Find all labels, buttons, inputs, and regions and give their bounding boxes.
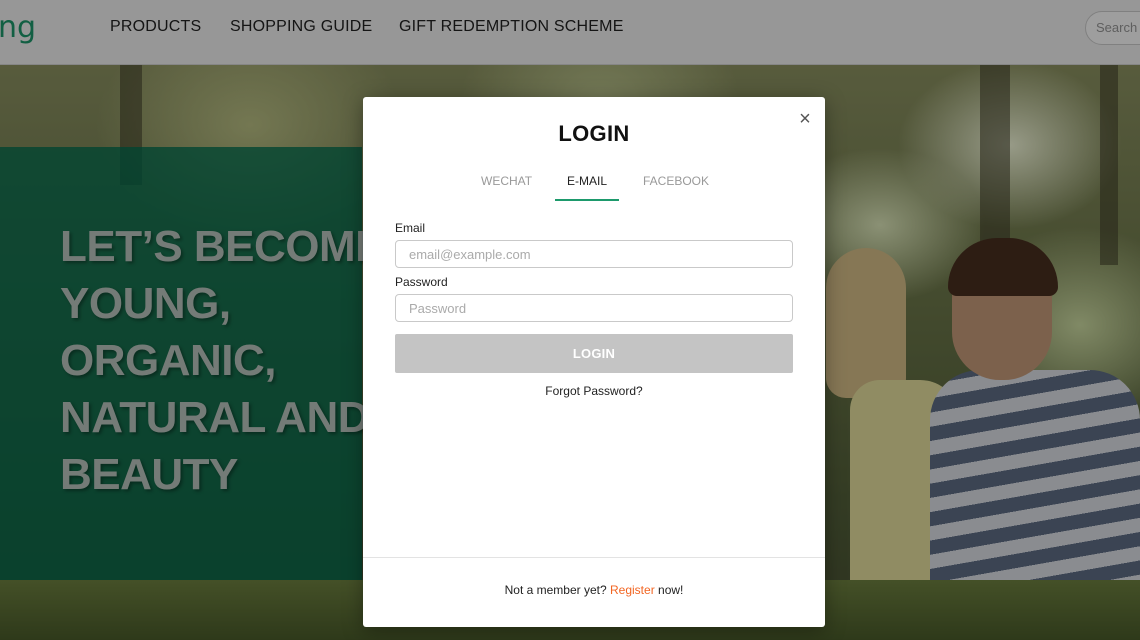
modal-footer-divider: [363, 557, 825, 558]
tab-email[interactable]: E-MAIL: [555, 174, 619, 201]
password-label: Password: [395, 275, 448, 289]
tab-facebook[interactable]: FACEBOOK: [643, 174, 709, 201]
forgot-password-link[interactable]: Forgot Password?: [363, 384, 825, 398]
register-prompt: Not a member yet? Register now!: [363, 583, 825, 597]
register-link[interactable]: Register: [610, 583, 655, 597]
login-button[interactable]: LOGIN: [395, 334, 793, 373]
password-field[interactable]: [395, 294, 793, 322]
login-modal: × LOGIN WECHAT E-MAIL FACEBOOK Email Pas…: [363, 97, 825, 627]
email-field[interactable]: [395, 240, 793, 268]
tab-wechat[interactable]: WECHAT: [481, 174, 532, 201]
register-prompt-suffix: now!: [654, 583, 684, 597]
register-prompt-prefix: Not a member yet?: [504, 583, 610, 597]
modal-title: LOGIN: [558, 121, 630, 146]
email-label: Email: [395, 221, 426, 235]
login-method-tabs: WECHAT E-MAIL FACEBOOK: [363, 171, 825, 201]
